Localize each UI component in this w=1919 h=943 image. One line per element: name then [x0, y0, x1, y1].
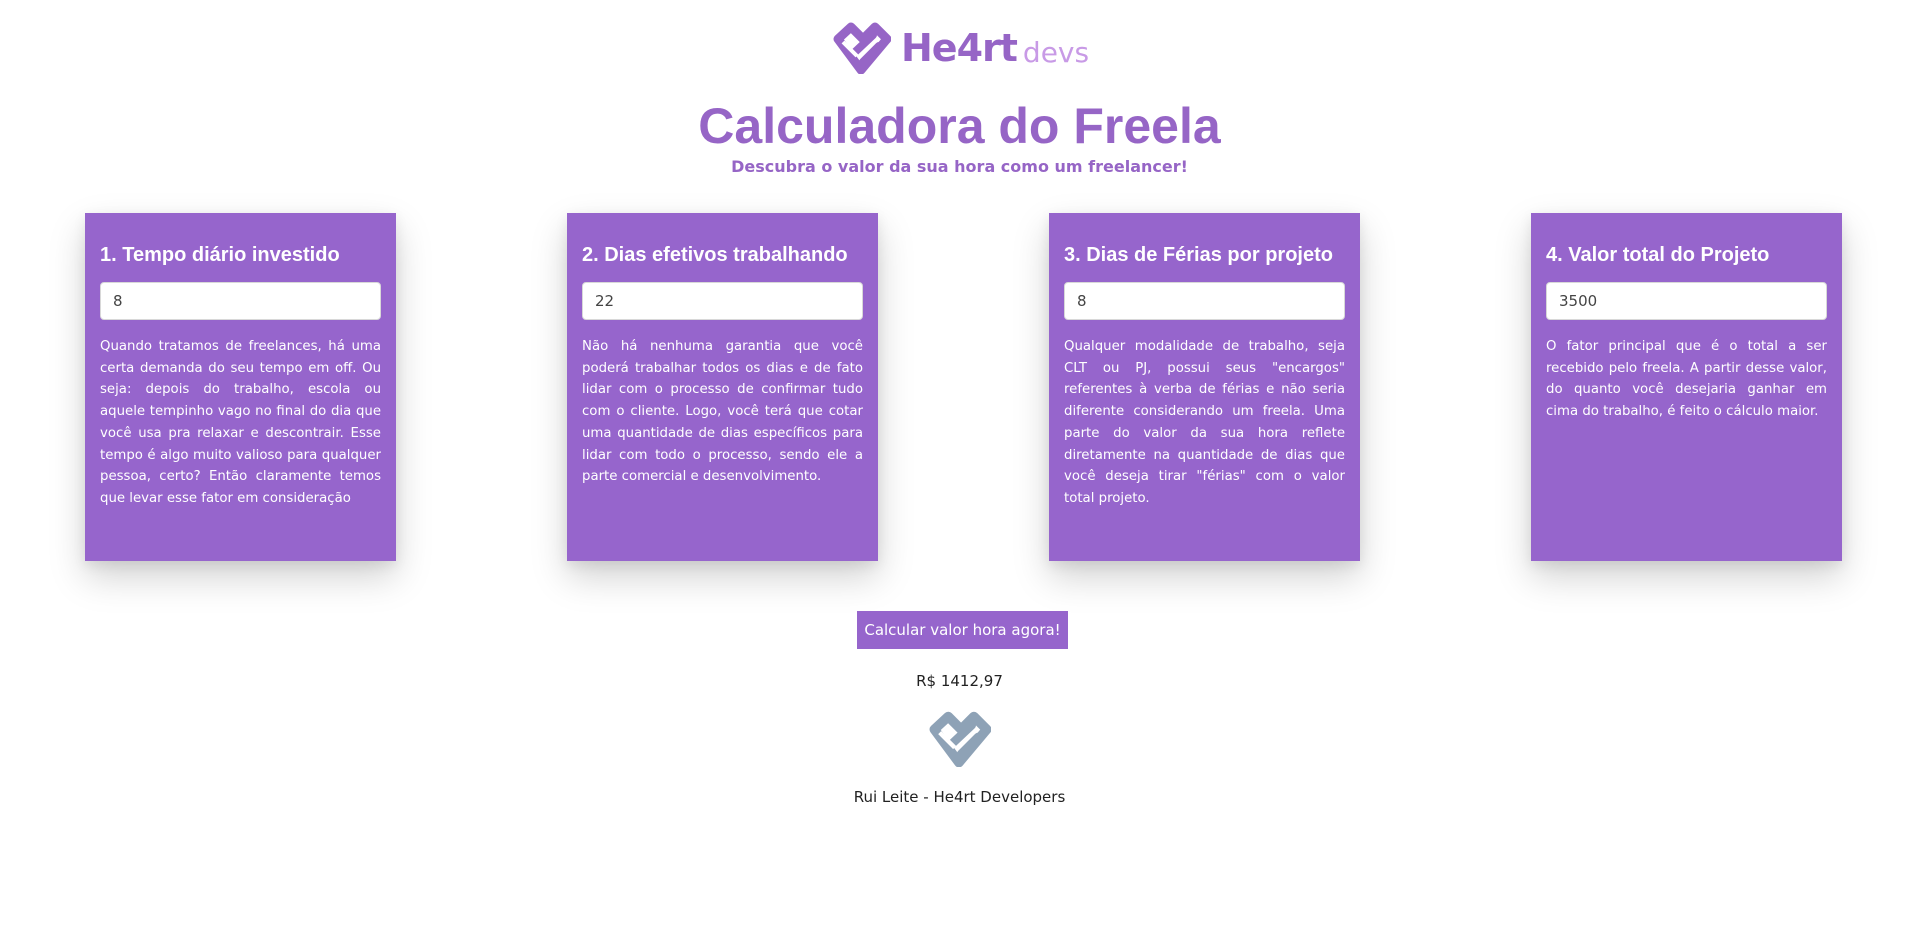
card-description: O fator principal que é o total a ser re… [1546, 339, 1827, 420]
card-heading: 4. Valor total do Projeto [1546, 244, 1770, 266]
card-description: Quando tratamos de freelances, há uma ce… [100, 339, 381, 506]
logo-main-text: He4rt [901, 25, 1018, 70]
page: He4rt devs Calculadora do Freela Descubr… [0, 0, 1919, 943]
footer-logo [929, 711, 992, 772]
project-total-input[interactable] [1546, 282, 1827, 320]
heart-code-icon [833, 22, 891, 74]
card-project-total: 4. Valor total do Projeto O fator princi… [1531, 213, 1842, 561]
hourly-rate-result: R$ 1412,97 [916, 672, 1003, 690]
daily-hours-input[interactable] [100, 282, 381, 320]
card-description: Qualquer modalidade de trabalho, seja CL… [1064, 339, 1345, 506]
page-title: Calculadora do Freela [698, 98, 1221, 154]
heart-code-icon [929, 711, 992, 768]
card-effective-days: 2. Dias efetivos trabalhando Não há nenh… [567, 213, 878, 561]
card-heading: 3. Dias de Férias por projeto [1064, 244, 1333, 266]
card-heading: 1. Tempo diário investido [100, 244, 340, 266]
page-subtitle: Descubra o valor da sua hora como um fre… [731, 157, 1188, 176]
vacation-days-input[interactable] [1064, 282, 1345, 320]
card-description: Não há nenhuma garantia que você poderá … [582, 339, 863, 485]
card-heading: 2. Dias efetivos trabalhando [582, 244, 848, 266]
footer-credit: Rui Leite - He4rt Developers [853, 788, 1066, 806]
calculate-button[interactable]: Calcular valor hora agora! [857, 611, 1068, 649]
card-daily-time: 1. Tempo diário investido Quando tratamo… [85, 213, 396, 561]
header-logo[interactable]: He4rt devs [833, 20, 1089, 75]
effective-days-input[interactable] [582, 282, 863, 320]
card-vacation-days: 3. Dias de Férias por projeto Qualquer m… [1049, 213, 1360, 561]
logo-sub-text: devs [1022, 36, 1090, 69]
